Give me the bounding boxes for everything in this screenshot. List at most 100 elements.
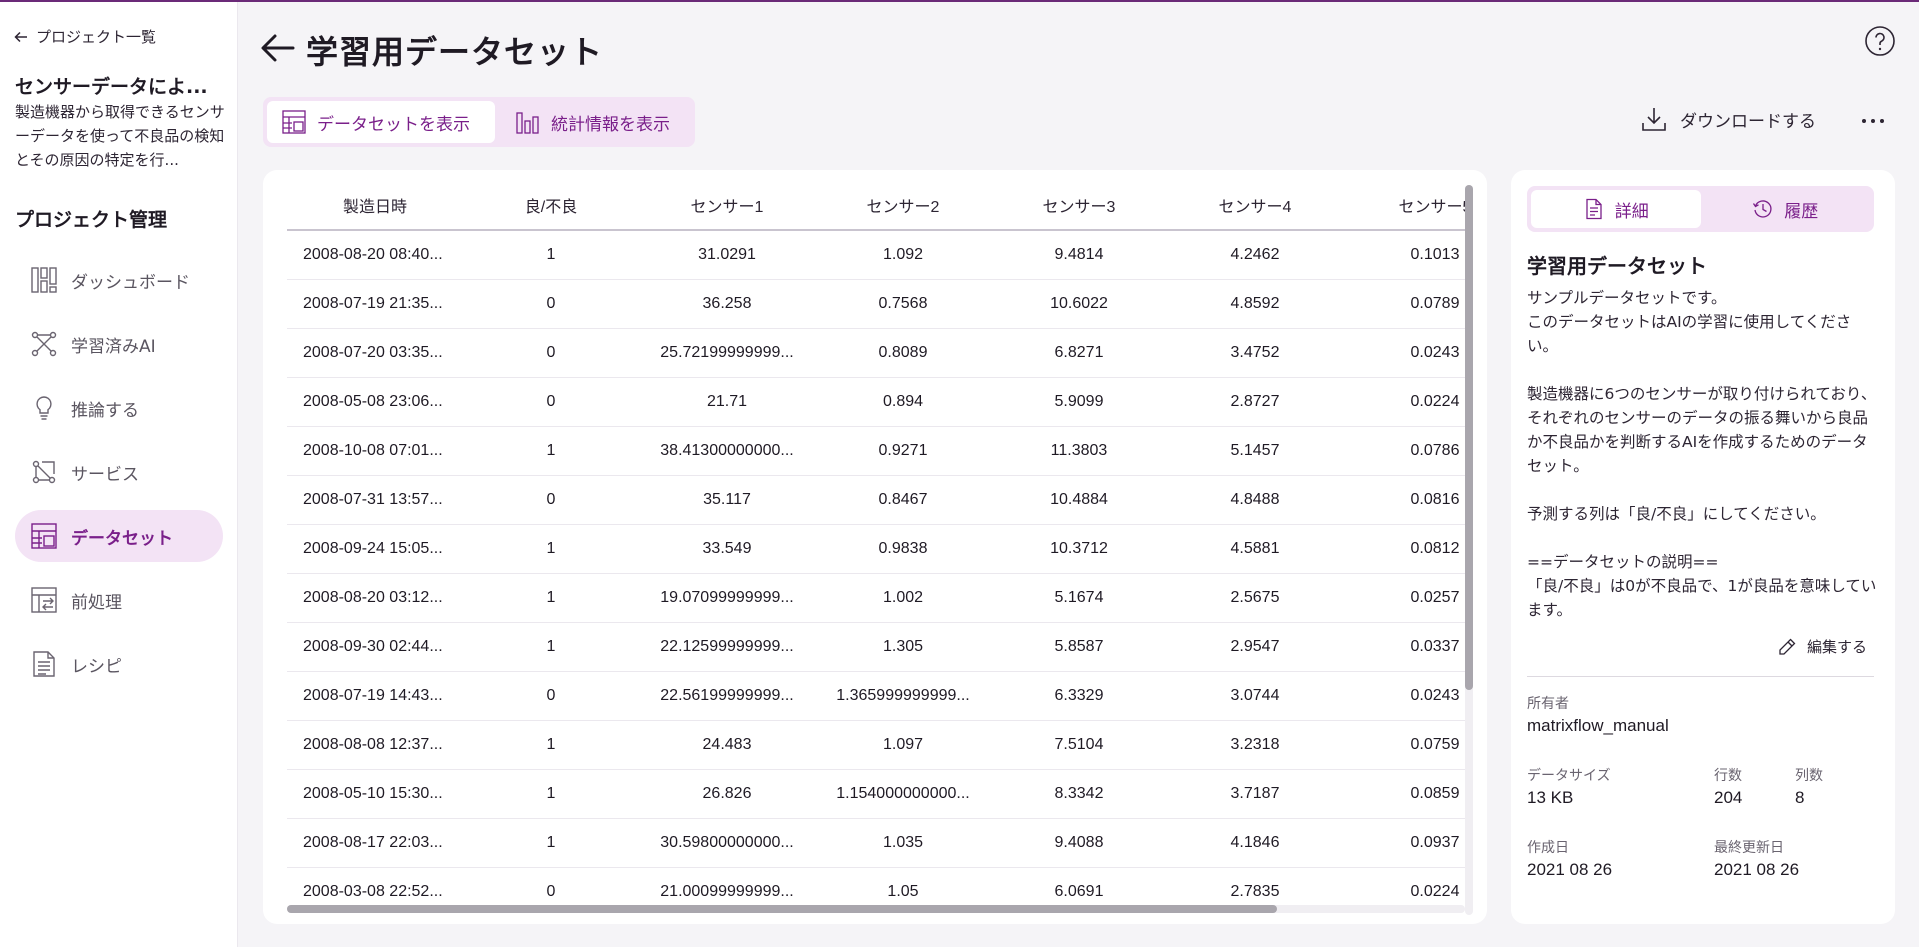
table-cell: 0.8467: [815, 475, 991, 525]
table-row: 2008-07-19 21:35... 0 36.258 0.7568 10.6022 4…: [287, 279, 1465, 329]
table-cell: 1.035: [815, 818, 991, 868]
table-row: 2008-07-20 03:35... 0 25.72199999999... 0.8…: [287, 328, 1465, 378]
help-icon[interactable]: [1864, 25, 1896, 57]
vertical-scrollbar[interactable]: [1465, 185, 1473, 915]
sidebar-item-recipe[interactable]: レシピ: [15, 638, 223, 690]
table-cell: 0: [463, 377, 639, 427]
table-cell: 36.258: [639, 279, 815, 329]
tab-detail[interactable]: 詳細: [1531, 190, 1701, 228]
back-to-projects-link[interactable]: プロジェクト一覧: [14, 26, 156, 47]
table-header-row: 製造日時 良/不良 センサー1 センサー2 センサー3 センサー4 センサー5: [287, 180, 1465, 231]
table-cell: 2008-08-08 12:37...: [287, 720, 463, 770]
owner-value: matrixflow_manual: [1527, 716, 1669, 735]
dataset-icon: [282, 110, 306, 134]
table-cell: 2008-10-08 07:01...: [287, 426, 463, 476]
view-stats-label: 統計情報を表示: [551, 114, 670, 135]
sidebar-item-label: 前処理: [71, 592, 122, 613]
table-cell: 2.7835: [1167, 867, 1343, 904]
table-cell: 6.8271: [991, 328, 1167, 378]
table-row: 2008-03-08 22:52... 0 21.00099999999... 1.0…: [287, 867, 1465, 904]
table-row: 2008-05-08 23:06... 0 21.71 0.894 5.9099 2.87…: [287, 377, 1465, 427]
data-size-label: データサイズ: [1527, 768, 1611, 784]
table-row: 2008-08-17 22:03... 1 30.59800000000... 1.0…: [287, 818, 1465, 868]
project-management-heading: プロジェクト管理: [15, 209, 168, 231]
table-cell: 2.5675: [1167, 573, 1343, 623]
owner-label: 所有者: [1527, 696, 1569, 712]
table-cell: 24.483: [639, 720, 815, 770]
table-cell: 38.41300000000...: [639, 426, 815, 476]
table-cell: 35.117: [639, 475, 815, 525]
table-cell: 1.05: [815, 867, 991, 904]
horizontal-scroll-thumb[interactable]: [287, 905, 1277, 913]
table-cell: 2008-07-31 13:57...: [287, 475, 463, 525]
column-header[interactable]: 製造日時: [287, 180, 463, 231]
detail-tabs: 詳細 履歴: [1527, 186, 1874, 232]
table-cell: 0.8089: [815, 328, 991, 378]
sidebar-item-service[interactable]: サービス: [15, 446, 223, 498]
sidebar-item-dataset[interactable]: データセット: [15, 510, 223, 562]
table-cell: 2.8727: [1167, 377, 1343, 427]
table-cell: 0: [463, 671, 639, 721]
table-row: 2008-08-20 08:40... 1 31.0291 1.092 9.4814 4.…: [287, 230, 1465, 280]
table-cell: 0.0337: [1343, 622, 1465, 672]
table-cell: 2.9547: [1167, 622, 1343, 672]
table-cell: 0: [463, 328, 639, 378]
column-header[interactable]: センサー4: [1167, 180, 1343, 231]
sidebar-item-label: 推論する: [71, 400, 139, 421]
sidebar-item-inference[interactable]: 推論する: [15, 382, 223, 434]
table-cell: 22.12599999999...: [639, 622, 815, 672]
sidebar-item-label: ダッシュボード: [71, 272, 190, 293]
column-count-label: 列数: [1795, 768, 1823, 784]
back-link-label: プロジェクト一覧: [36, 28, 157, 46]
table-cell: 33.549: [639, 524, 815, 574]
download-button[interactable]: ダウンロードする: [1640, 105, 1816, 133]
view-toggle: データセットを表示 統計情報を表示: [263, 97, 695, 147]
edit-button[interactable]: 編集する: [1777, 636, 1867, 657]
page-back-arrow-icon[interactable]: [260, 30, 296, 66]
sidebar-item-trained-ai[interactable]: 学習済みAI: [15, 318, 223, 370]
table-cell: 2008-08-20 08:40...: [287, 230, 463, 280]
column-header[interactable]: センサー5: [1343, 180, 1465, 231]
table-cell: 4.8488: [1167, 475, 1343, 525]
table-row: 2008-10-08 07:01... 1 38.41300000000... 0.9…: [287, 426, 1465, 476]
table-cell: 0.0224: [1343, 867, 1465, 904]
tab-history[interactable]: 履歴: [1701, 190, 1871, 228]
table-cell: 10.3712: [991, 524, 1167, 574]
edit-label: 編集する: [1807, 638, 1868, 656]
table-cell: 2008-05-08 23:06...: [287, 377, 463, 427]
column-header[interactable]: センサー2: [815, 180, 991, 231]
table-cell: 1.097: [815, 720, 991, 770]
tab-detail-label: 詳細: [1614, 201, 1649, 222]
sidebar-item-label: レシピ: [71, 656, 122, 677]
table-cell: 0.7568: [815, 279, 991, 329]
dataset-table-viewport[interactable]: 製造日時 良/不良 センサー1 センサー2 センサー3 センサー4 センサー5 …: [287, 180, 1465, 904]
column-header[interactable]: センサー3: [991, 180, 1167, 231]
top-accent-line: [0, 0, 1919, 2]
row-count-value: 204: [1714, 788, 1743, 807]
view-dataset-button[interactable]: データセットを表示: [267, 101, 495, 143]
vertical-scroll-thumb[interactable]: [1465, 185, 1473, 690]
horizontal-scrollbar[interactable]: [287, 905, 1465, 913]
table-cell: 5.9099: [991, 377, 1167, 427]
table-cell: 2008-03-08 22:52...: [287, 867, 463, 904]
table-cell: 0.0224: [1343, 377, 1465, 427]
download-label: ダウンロードする: [1680, 111, 1816, 132]
dataset-description: サンプルデータセットです。 このデータセットはAIの学習に使用してください。 製…: [1527, 289, 1877, 619]
sidebar-item-dashboard[interactable]: ダッシュボード: [15, 254, 223, 306]
column-header[interactable]: センサー1: [639, 180, 815, 231]
table-cell: 6.0691: [991, 867, 1167, 904]
table-row: 2008-08-20 03:12... 1 19.07099999999... 1.0…: [287, 573, 1465, 623]
table-cell: 1: [463, 818, 639, 868]
column-header[interactable]: 良/不良: [463, 180, 639, 231]
table-cell: 4.5881: [1167, 524, 1343, 574]
view-stats-button[interactable]: 統計情報を表示: [501, 101, 684, 143]
table-cell: 2008-08-17 22:03...: [287, 818, 463, 868]
table-cell: 5.1457: [1167, 426, 1343, 476]
dataset-table-card: 製造日時 良/不良 センサー1 センサー2 センサー3 センサー4 センサー5 …: [263, 170, 1487, 924]
table-cell: 1: [463, 426, 639, 476]
table-row: 2008-07-31 13:57... 0 35.117 0.8467 10.4884 4…: [287, 475, 1465, 525]
sidebar-item-preprocess[interactable]: 前処理: [15, 574, 223, 626]
sidebar-item-label: 学習済みAI: [71, 336, 156, 357]
tab-history-label: 履歴: [1784, 201, 1819, 222]
more-options-icon[interactable]: [1860, 108, 1886, 134]
